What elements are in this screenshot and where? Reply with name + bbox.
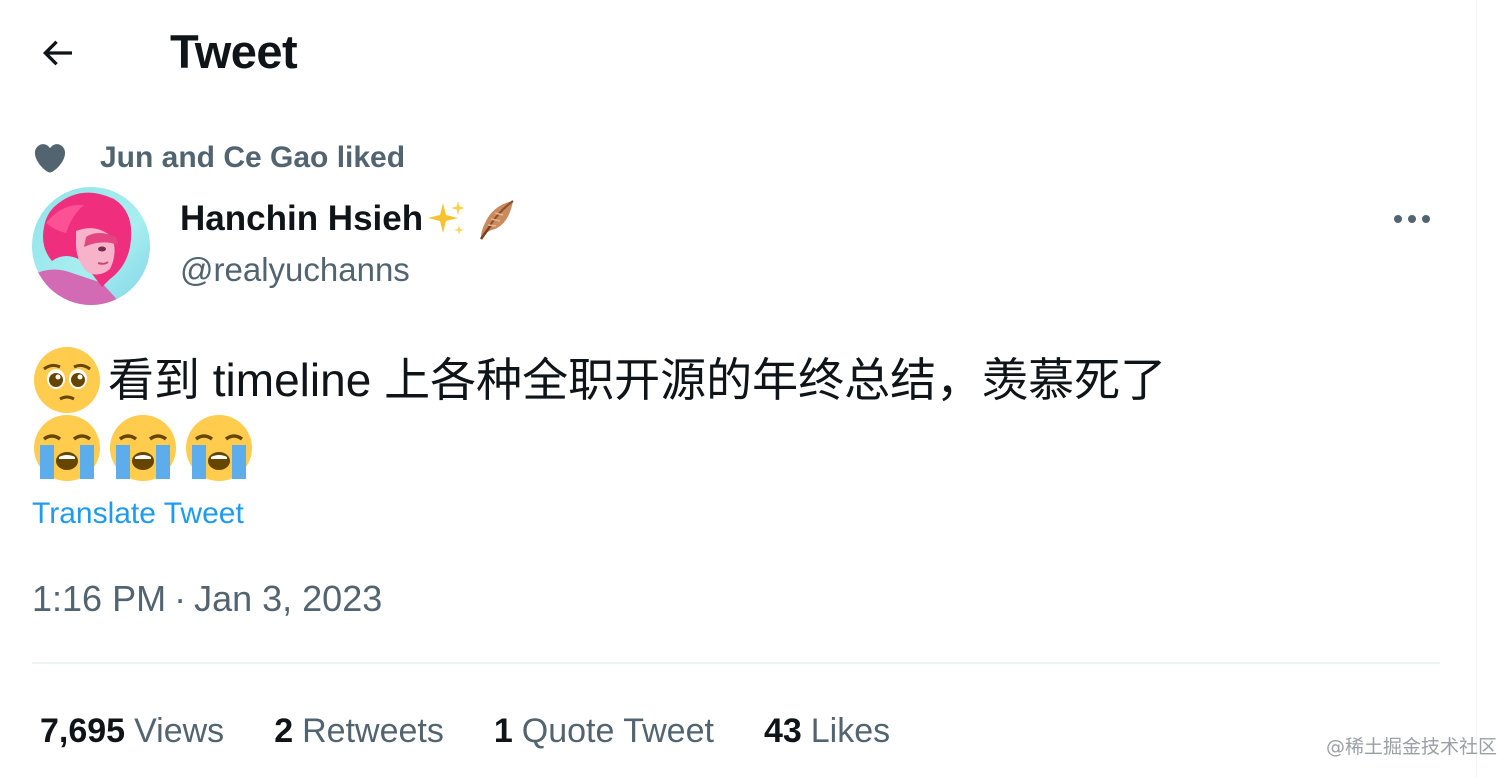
stat-count: 7,695	[40, 712, 126, 750]
pleading-face-emoji	[34, 347, 100, 413]
stat-count: 1	[493, 712, 513, 750]
more-options-button[interactable]	[1384, 194, 1440, 244]
feather-icon	[480, 200, 514, 240]
back-button[interactable]	[30, 26, 84, 80]
avatar[interactable]	[32, 187, 150, 305]
sparkles-icon	[428, 201, 466, 235]
timestamp: 1:16 PM · Jan 3, 2023	[32, 576, 382, 622]
social-context-text[interactable]: Jun and Ce Gao liked	[100, 138, 405, 178]
loudly-crying-face-emoji	[186, 415, 252, 481]
stat-label: Views	[134, 712, 225, 750]
social-context: Jun and Ce Gao liked	[32, 138, 405, 178]
timestamp-separator: ·	[174, 578, 187, 619]
author-handle[interactable]: @realyuchanns	[180, 247, 410, 293]
watermark: @稀土掘金技术社区	[1326, 736, 1498, 758]
column-border	[1476, 0, 1477, 778]
stat-label: Likes	[810, 712, 891, 750]
tweet-text-content: 看到 timeline 上各种全职开源的年终总结，羡慕死了	[108, 354, 1167, 406]
translate-tweet-link[interactable]: Translate Tweet	[32, 494, 244, 534]
stat-count: 2	[274, 712, 294, 750]
stat-quote-tweets[interactable]: 1 Quote Tweet	[494, 708, 714, 754]
more-horizontal-icon	[1394, 215, 1430, 223]
heart-icon	[32, 140, 68, 176]
stat-label: Retweets	[302, 712, 444, 750]
divider	[32, 662, 1440, 664]
stat-count: 43	[763, 712, 802, 750]
stat-label: Quote Tweet	[521, 712, 714, 750]
author-name-row[interactable]: Hanchin Hsieh	[180, 194, 521, 244]
page-title: Tweet	[170, 25, 298, 78]
stat-views: 7,695 Views	[40, 708, 224, 754]
timestamp-time[interactable]: 1:16 PM	[32, 576, 166, 622]
stat-retweets[interactable]: 2 Retweets	[274, 708, 444, 754]
loudly-crying-face-emoji	[110, 415, 176, 481]
timestamp-date[interactable]: Jan 3, 2023	[194, 576, 382, 622]
stat-likes[interactable]: 43 Likes	[764, 708, 890, 754]
tweet-text: 看到 timeline 上各种全职开源的年终总结，羡慕死了	[32, 346, 1452, 482]
loudly-crying-face-emoji	[34, 415, 100, 481]
author-name: Hanchin Hsieh	[180, 199, 424, 238]
tweet-stats: 7,695 Views 2 Retweets 1 Quote Tweet 43 …	[40, 708, 940, 754]
arrow-left-icon	[42, 40, 72, 66]
